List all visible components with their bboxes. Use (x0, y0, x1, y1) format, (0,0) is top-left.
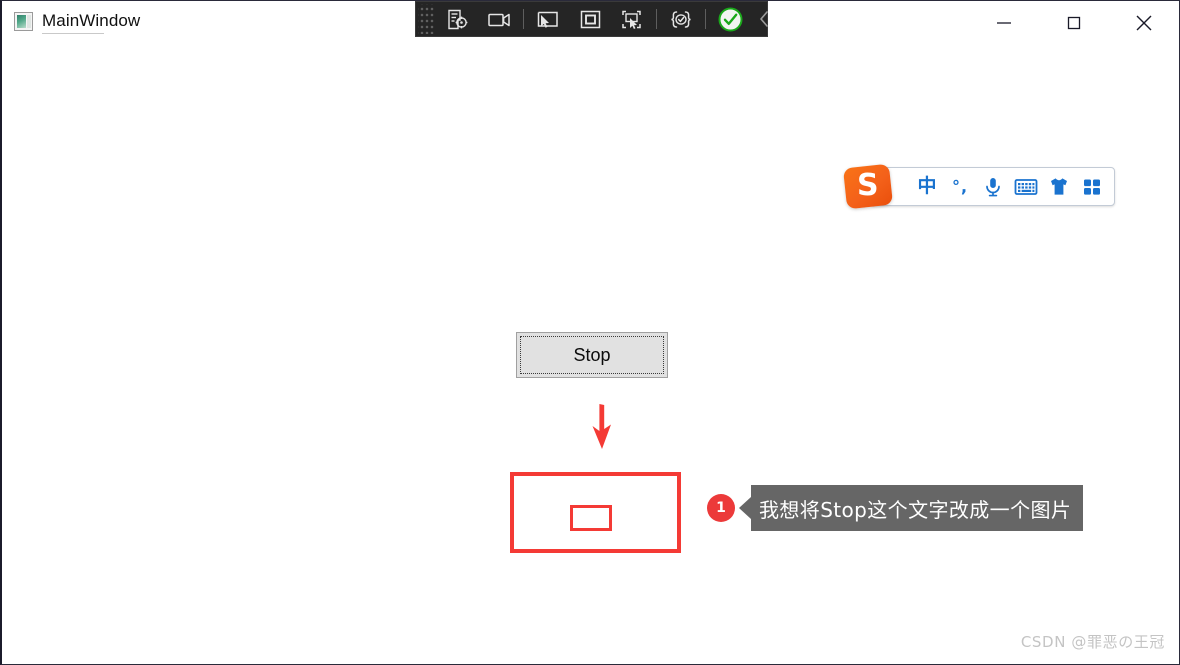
title-bar-left-group: MainWindow (14, 11, 140, 31)
tshirt-icon (1051, 178, 1067, 195)
annotation-callout: 1 我想将Stop这个文字改成一个图片 (707, 485, 1084, 531)
chevron-left-icon (760, 11, 768, 27)
collapse-toolbar-button[interactable] (751, 3, 777, 35)
microphone-icon (986, 177, 1000, 196)
confirm-button[interactable] (709, 3, 751, 35)
ime-punctuation-button[interactable]: °, (946, 172, 974, 202)
inspect-element-button[interactable] (436, 3, 478, 35)
close-button[interactable] (1109, 1, 1179, 45)
cursor-window-icon (537, 11, 558, 28)
ime-toolbar: 中 °, S (842, 163, 1115, 210)
toolbar-separator (705, 9, 706, 29)
ime-skin-button[interactable] (1045, 172, 1073, 202)
down-arrow-icon (592, 404, 611, 449)
green-check-circle-icon (718, 7, 742, 31)
ime-panel: 中 °, (870, 167, 1115, 206)
minimize-icon (997, 22, 1011, 24)
pick-element-button[interactable] (611, 3, 653, 35)
sogou-logo-icon[interactable]: S (842, 163, 894, 210)
braces-check-icon (670, 10, 691, 28)
record-video-button[interactable] (478, 3, 520, 35)
maximize-icon (1067, 16, 1081, 30)
toolbar-separator (523, 9, 524, 29)
drag-grip[interactable] (418, 4, 434, 34)
window-controls (969, 1, 1179, 45)
ime-soft-keyboard-button[interactable] (1012, 172, 1040, 202)
square-frame-icon (580, 10, 600, 28)
annotation-text: 我想将Stop这个文字改成一个图片 (751, 485, 1084, 531)
maximize-button[interactable] (1039, 1, 1109, 45)
punctuation-icon: °, (951, 176, 969, 196)
title-underline-divider (42, 33, 104, 34)
toolbar-separator (656, 9, 657, 29)
app-window-icon (14, 11, 33, 31)
automation-toolbar (415, 1, 768, 37)
minimize-button[interactable] (969, 1, 1039, 45)
page-title: MainWindow (42, 11, 141, 30)
ime-language-mode-button[interactable]: 中 (913, 172, 941, 202)
red-highlight-box (510, 472, 681, 553)
callout-tail (739, 497, 751, 519)
ime-toolbox-button[interactable] (1078, 172, 1106, 202)
close-icon (1136, 15, 1152, 31)
ime-voice-input-button[interactable] (979, 172, 1007, 202)
red-down-arrow (587, 404, 617, 450)
sogou-logo-letter: S (857, 167, 879, 203)
highlight-frame-button[interactable] (569, 3, 611, 35)
document-target-icon (447, 9, 467, 29)
window-cursor-brackets-icon (621, 10, 641, 29)
red-inner-placeholder-box (570, 505, 612, 531)
main-window: MainWindow 中 °, S Stop 1 我想将Stop这个文字改成一个… (0, 0, 1180, 665)
keyboard-icon (1014, 178, 1038, 195)
grid-squares-icon (1084, 179, 1100, 195)
stop-button-label: Stop (573, 345, 611, 365)
status-badge: 1 (707, 494, 735, 522)
stop-button[interactable]: Stop (516, 332, 668, 378)
watermark: CSDN @罪恶の王冠 (1020, 633, 1165, 651)
video-camera-icon (487, 13, 510, 26)
validate-expression-button[interactable] (660, 3, 702, 35)
chinese-character-icon: 中 (917, 175, 937, 197)
select-control-button[interactable] (527, 3, 569, 35)
